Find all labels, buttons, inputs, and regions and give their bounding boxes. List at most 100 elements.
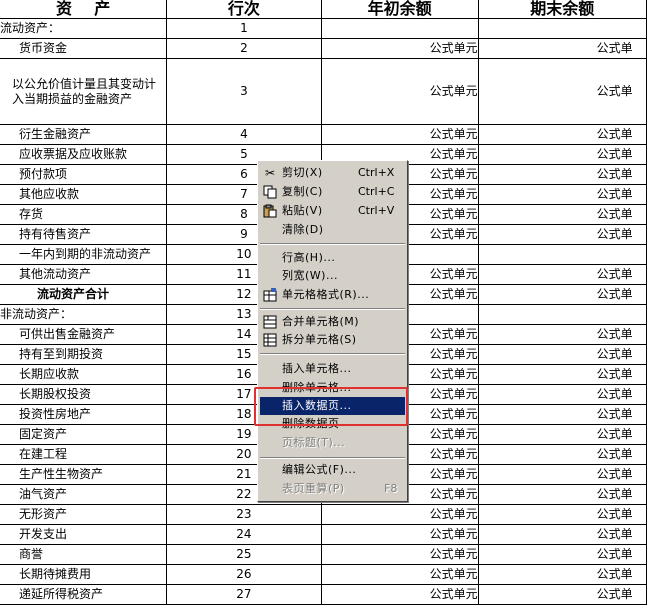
- menu-item-clear[interactable]: 清除(D): [260, 221, 405, 239]
- closing-balance-cell[interactable]: 公式单: [477, 124, 648, 145]
- header-opening-balance[interactable]: 年初余额: [320, 0, 479, 19]
- menu-item-copy[interactable]: 复制(C) Ctrl+C: [260, 183, 405, 201]
- closing-balance-cell[interactable]: 公式单: [477, 584, 648, 605]
- table-row: 商誉 25 公式单元 公式单: [0, 544, 648, 565]
- asset-name-cell[interactable]: 生产性生物资产: [0, 464, 168, 485]
- opening-balance-cell[interactable]: 公式单元: [320, 524, 479, 545]
- line-no-cell[interactable]: 4: [166, 124, 322, 145]
- menu-shortcut: F8: [384, 482, 398, 495]
- asset-name-cell[interactable]: 持有待售资产: [0, 224, 168, 245]
- menu-item-cell-format[interactable]: 单元格格式(R)...: [260, 286, 405, 304]
- closing-balance-cell[interactable]: 公式单: [477, 324, 648, 345]
- menu-item-edit-formula[interactable]: 编辑公式(F)...: [260, 461, 405, 479]
- menu-item-insert-cell[interactable]: 插入单元格...: [260, 360, 405, 378]
- asset-name-cell[interactable]: 投资性房地产: [0, 404, 168, 425]
- asset-name-cell[interactable]: 持有至到期投资: [0, 344, 168, 365]
- asset-name-cell[interactable]: 流动资产：: [0, 18, 168, 39]
- opening-balance-cell[interactable]: [320, 18, 479, 39]
- closing-balance-cell[interactable]: 公式单: [477, 464, 648, 485]
- line-no-cell[interactable]: 25: [166, 544, 322, 565]
- closing-balance-cell[interactable]: 公式单: [477, 564, 648, 585]
- line-no-cell[interactable]: 2: [166, 38, 322, 59]
- menu-item-insert-data-page[interactable]: 插入数据页...: [260, 397, 405, 415]
- closing-balance-cell[interactable]: [477, 304, 648, 325]
- asset-name-cell[interactable]: 流动资产合计: [0, 284, 168, 305]
- closing-balance-cell[interactable]: 公式单: [477, 164, 648, 185]
- header-assets[interactable]: 资 产: [0, 0, 168, 19]
- menu-item-delete-cell[interactable]: 删除单元格...: [260, 379, 405, 397]
- closing-balance-cell[interactable]: 公式单: [477, 544, 648, 565]
- opening-balance-cell[interactable]: 公式单元: [320, 38, 479, 59]
- closing-balance-cell[interactable]: [477, 18, 648, 39]
- asset-name-cell[interactable]: 无形资产: [0, 504, 168, 525]
- asset-name-cell[interactable]: 商誉: [0, 544, 168, 565]
- header-line-no[interactable]: 行次: [166, 0, 322, 19]
- closing-balance-cell[interactable]: 公式单: [477, 524, 648, 545]
- asset-name-cell[interactable]: 应收票据及应收账款: [0, 144, 168, 165]
- menu-item-label: 剪切(X): [282, 166, 323, 179]
- asset-name-cell[interactable]: 在建工程: [0, 444, 168, 465]
- closing-balance-cell[interactable]: [477, 244, 648, 265]
- closing-balance-cell[interactable]: 公式单: [477, 184, 648, 205]
- asset-name-cell[interactable]: 一年内到期的非流动资产: [0, 244, 168, 265]
- table-row: 无形资产 23 公式单元 公式单: [0, 504, 648, 525]
- closing-balance-cell[interactable]: 公式单: [477, 344, 648, 365]
- asset-name-cell[interactable]: 长期股权投资: [0, 384, 168, 405]
- asset-name-cell[interactable]: 长期待摊费用: [0, 564, 168, 585]
- closing-balance-cell[interactable]: 公式单: [477, 484, 648, 505]
- line-no-cell[interactable]: 24: [166, 524, 322, 545]
- menu-item-delete-data-page[interactable]: 删除数据页: [260, 415, 405, 433]
- asset-name-cell[interactable]: 开发支出: [0, 524, 168, 545]
- asset-name-cell[interactable]: 递延所得税资产: [0, 584, 168, 605]
- asset-name-cell[interactable]: 以公允价值计量且其变动计入当期损益的金融资产: [0, 58, 168, 125]
- opening-balance-cell[interactable]: 公式单元: [320, 564, 479, 585]
- closing-balance-cell[interactable]: 公式单: [477, 38, 648, 59]
- header-row: 资 产 行次 年初余额 期末余额: [0, 0, 648, 19]
- menu-item-label: 单元格格式(R)...: [282, 288, 370, 301]
- closing-balance-cell[interactable]: 公式单: [477, 58, 648, 125]
- line-no-cell[interactable]: 27: [166, 584, 322, 605]
- asset-name-cell[interactable]: 预付款项: [0, 164, 168, 185]
- line-no-cell[interactable]: 1: [166, 18, 322, 39]
- closing-balance-cell[interactable]: 公式单: [477, 144, 648, 165]
- opening-balance-cell[interactable]: 公式单元: [320, 124, 479, 145]
- asset-name-cell[interactable]: 其他应收款: [0, 184, 168, 205]
- asset-name-cell[interactable]: 长期应收款: [0, 364, 168, 385]
- asset-name-cell[interactable]: 固定资产: [0, 424, 168, 445]
- menu-item-label: 行高(H)...: [282, 251, 336, 264]
- line-no-cell[interactable]: 3: [166, 58, 322, 125]
- opening-balance-cell[interactable]: 公式单元: [320, 58, 479, 125]
- asset-name-cell[interactable]: 存货: [0, 204, 168, 225]
- line-no-cell[interactable]: 26: [166, 564, 322, 585]
- asset-name-cell[interactable]: 货币资金: [0, 38, 168, 59]
- asset-name-cell[interactable]: 可供出售金融资产: [0, 324, 168, 345]
- closing-balance-cell[interactable]: 公式单: [477, 444, 648, 465]
- menu-item-row-height[interactable]: 行高(H)...: [260, 249, 405, 267]
- closing-balance-cell[interactable]: 公式单: [477, 424, 648, 445]
- menu-item-split-cells[interactable]: 拆分单元格(S): [260, 331, 405, 349]
- asset-name-cell[interactable]: 非流动资产：: [0, 304, 168, 325]
- closing-balance-cell[interactable]: 公式单: [477, 204, 648, 225]
- closing-balance-cell[interactable]: 公式单: [477, 264, 648, 285]
- closing-balance-cell[interactable]: 公式单: [477, 364, 648, 385]
- closing-balance-cell[interactable]: 公式单: [477, 504, 648, 525]
- scissors-icon: ✂: [264, 166, 276, 180]
- opening-balance-cell[interactable]: 公式单元: [320, 504, 479, 525]
- menu-item-column-width[interactable]: 列宽(W)...: [260, 267, 405, 285]
- asset-name-cell[interactable]: 衍生金融资产: [0, 124, 168, 145]
- closing-balance-cell[interactable]: 公式单: [477, 284, 648, 305]
- menu-item-label: 合并单元格(M): [282, 315, 360, 328]
- closing-balance-cell[interactable]: 公式单: [477, 224, 648, 245]
- line-no-cell[interactable]: 23: [166, 504, 322, 525]
- menu-item-cut[interactable]: ✂ 剪切(X) Ctrl+X: [260, 164, 405, 182]
- header-closing-balance[interactable]: 期末余额: [477, 0, 648, 19]
- opening-balance-cell[interactable]: 公式单元: [320, 544, 479, 565]
- closing-balance-cell[interactable]: 公式单: [477, 404, 648, 425]
- opening-balance-cell[interactable]: 公式单元: [320, 584, 479, 605]
- closing-balance-cell[interactable]: 公式单: [477, 384, 648, 405]
- menu-item-paste[interactable]: 粘贴(V) Ctrl+V: [260, 202, 405, 220]
- split-cells-icon: [263, 333, 277, 347]
- asset-name-cell[interactable]: 油气资产: [0, 484, 168, 505]
- menu-item-merge-cells[interactable]: 合并单元格(M): [260, 313, 405, 331]
- asset-name-cell[interactable]: 其他流动资产: [0, 264, 168, 285]
